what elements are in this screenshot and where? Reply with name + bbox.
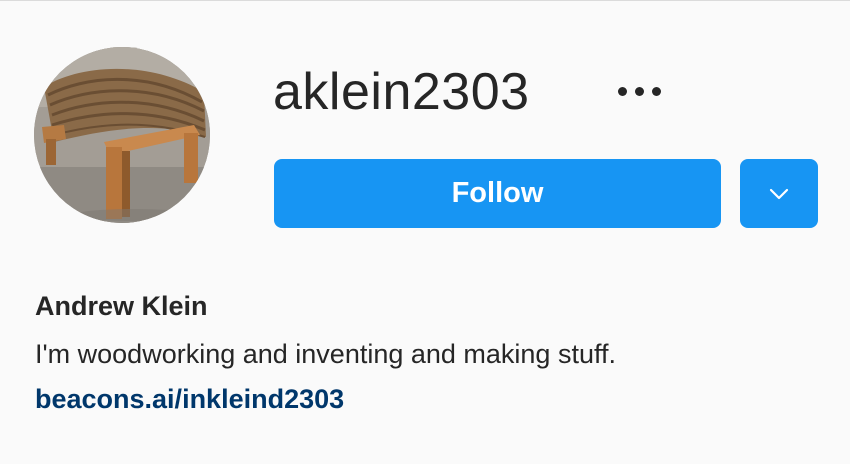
profile-avatar[interactable] (34, 47, 210, 223)
more-horizontal-icon-dot (651, 86, 661, 96)
profile-header: aklein2303 Follow Andrew Klein I'm woodw… (0, 0, 850, 464)
profile-external-link[interactable]: beacons.ai/inkleind2303 (35, 381, 344, 417)
suggested-accounts-dropdown-button[interactable] (740, 159, 818, 228)
avatar-wooden-chair-image (34, 47, 210, 223)
profile-bio: I'm woodworking and inventing and making… (35, 339, 616, 369)
more-horizontal-icon-dot (634, 86, 644, 96)
follow-button[interactable]: Follow (274, 159, 721, 228)
profile-username: aklein2303 (273, 63, 530, 121)
chevron-down-icon (769, 188, 789, 199)
more-horizontal-icon (617, 86, 627, 96)
profile-full-name: Andrew Klein (35, 291, 208, 321)
more-options-button[interactable] (608, 71, 670, 111)
